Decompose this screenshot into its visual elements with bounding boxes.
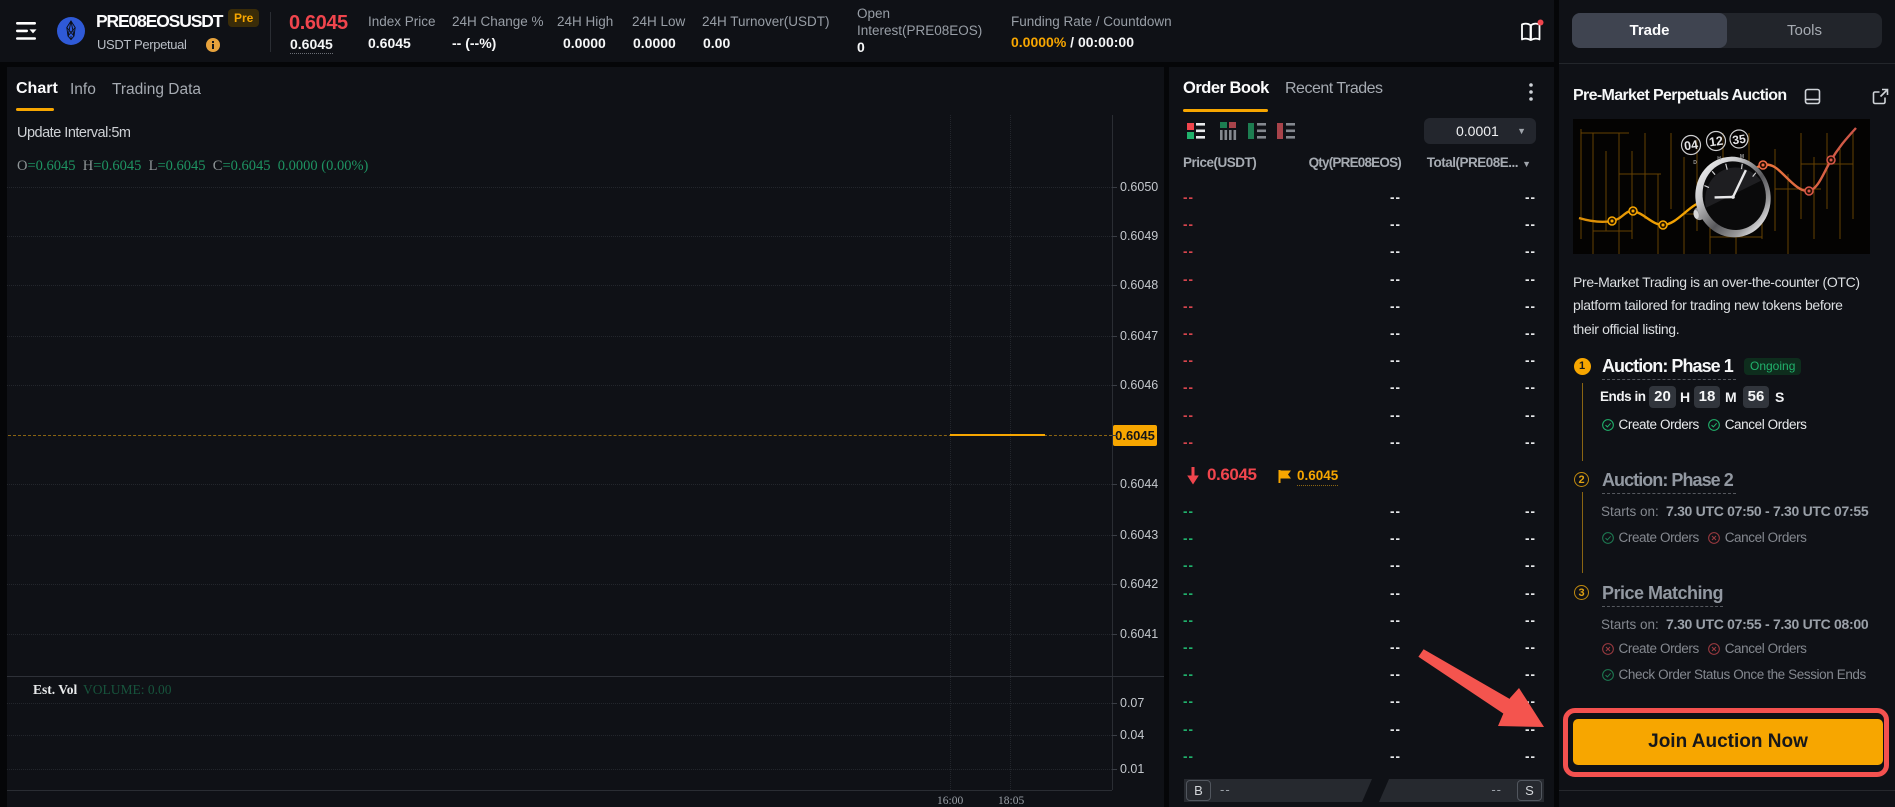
svg-text:35: 35: [1731, 132, 1746, 148]
svg-text:04: 04: [1683, 138, 1699, 154]
svg-text:H: H: [1717, 156, 1721, 162]
svg-text:M: M: [1740, 154, 1744, 160]
svg-text:D: D: [1693, 160, 1697, 166]
svg-text:12: 12: [1708, 134, 1724, 150]
